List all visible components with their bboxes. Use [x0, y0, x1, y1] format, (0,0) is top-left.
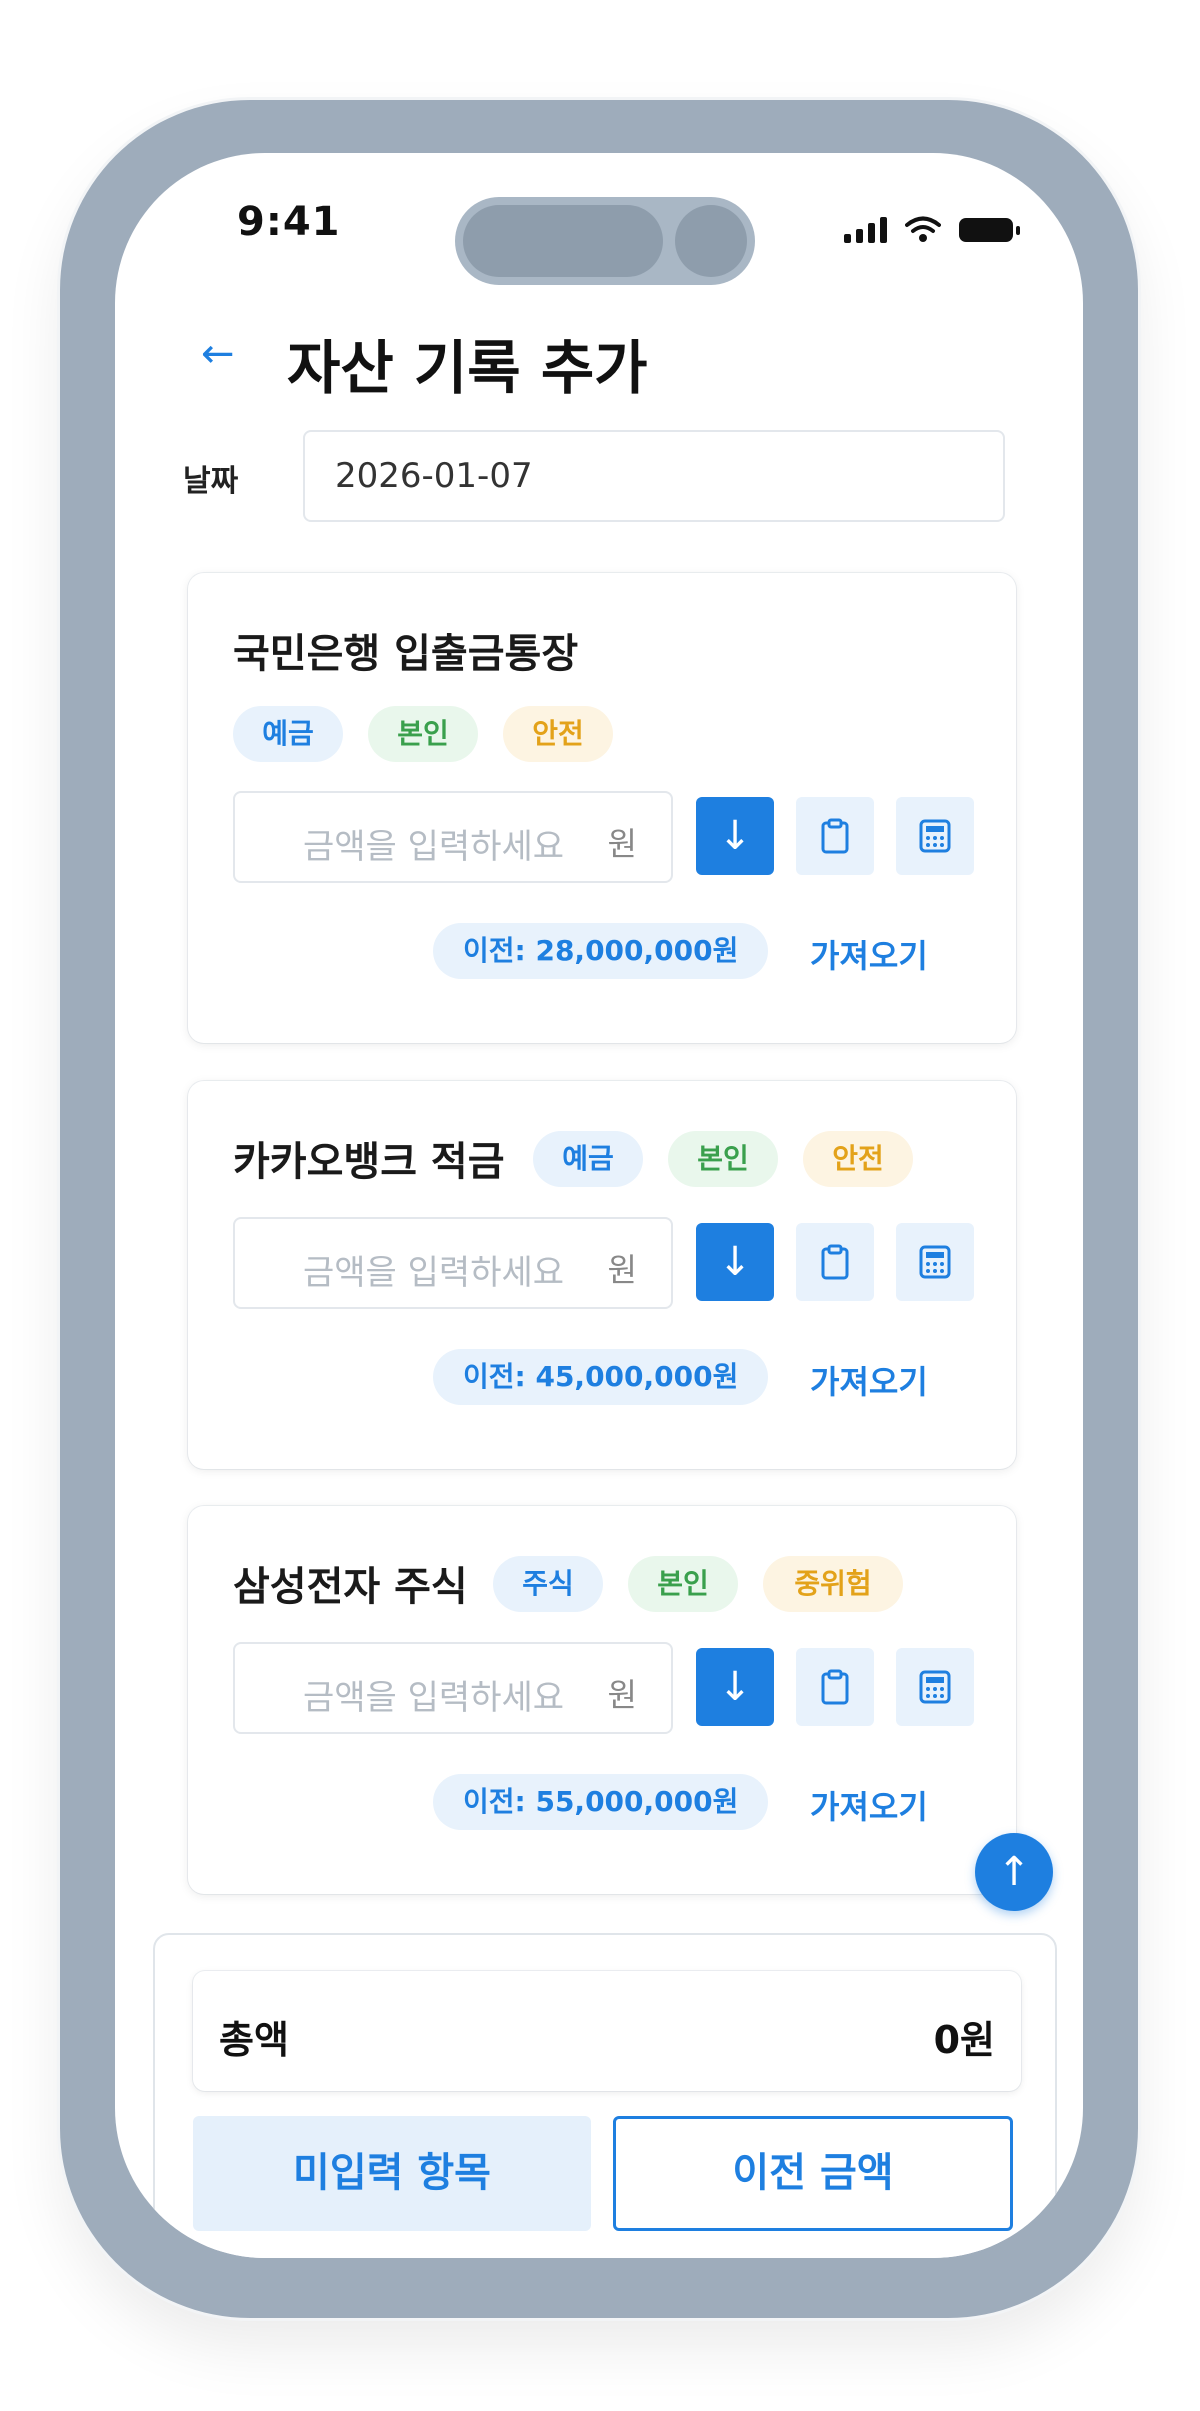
clipboard-icon[interactable] [796, 1223, 874, 1301]
asset-card-samsung: 삼성전자 주식 주식 본인 중위험 금액을 입력하세요 원 ↓ 이전: 55,0… [188, 1506, 1016, 1894]
asset-card-kakao: 카카오뱅크 적금 예금 본인 안전 금액을 입력하세요 원 ↓ 이전: 45,0… [188, 1081, 1016, 1469]
wifi-icon [905, 216, 941, 242]
won-unit: 원 [607, 1676, 637, 1714]
header: ← 자산 기록 추가 [115, 301, 1083, 402]
status-icons [844, 213, 1020, 247]
total-box: 총액 0원 [193, 1971, 1021, 2091]
calculator-icon[interactable] [896, 1223, 974, 1301]
fetch-button[interactable]: 가져오기 [810, 1782, 928, 1828]
phone-screen: 9:41 ← 자산 기록 추가 날짜 2026-01-07 국민은행 입출금통장… [115, 153, 1083, 2258]
arrow-down-icon[interactable]: ↓ [696, 1648, 774, 1726]
asset-card-kb: 국민은행 입출금통장 예금 본인 안전 금액을 입력하세요 원 ↓ 이전: 28… [188, 573, 1016, 1043]
tag-owner: 본인 [628, 1556, 738, 1612]
clipboard-icon[interactable] [796, 797, 874, 875]
date-input[interactable]: 2026-01-07 [303, 430, 1005, 522]
date-label: 날짜 [183, 464, 239, 499]
asset-name: 국민은행 입출금통장 [233, 631, 579, 677]
tag-owner: 본인 [368, 706, 478, 762]
scroll-top-button[interactable]: ↑ [975, 1833, 1053, 1911]
tag-risk: 중위험 [763, 1556, 903, 1612]
back-arrow-icon[interactable]: ← [201, 331, 235, 377]
status-bar: 9:41 [115, 153, 1083, 303]
tag-risk: 안전 [503, 706, 613, 762]
tag-category: 예금 [233, 706, 343, 762]
arrow-down-icon[interactable]: ↓ [696, 1223, 774, 1301]
won-unit: 원 [607, 1251, 637, 1289]
calculator-icon[interactable] [896, 1648, 974, 1726]
amount-placeholder: 금액을 입력하세요 [303, 1678, 565, 1718]
previous-amount-badge: 이전: 45,000,000원 [433, 1349, 769, 1405]
previous-amount-button[interactable]: 이전 금액 [613, 2116, 1013, 2231]
missing-items-button[interactable]: 미입력 항목 [193, 2116, 591, 2231]
won-unit: 원 [607, 825, 637, 863]
tag-category: 예금 [533, 1131, 643, 1187]
clipboard-icon[interactable] [796, 1648, 874, 1726]
amount-placeholder: 금액을 입력하세요 [303, 1253, 565, 1293]
tag-category: 주식 [493, 1556, 603, 1612]
asset-name: 삼성전자 주식 [233, 1564, 468, 1610]
battery-icon [959, 218, 1020, 242]
total-label: 총액 [219, 2018, 289, 2062]
amount-input[interactable]: 금액을 입력하세요 원 [233, 1642, 673, 1734]
signal-icon [844, 217, 887, 243]
previous-amount-badge: 이전: 28,000,000원 [433, 923, 769, 979]
tag-owner: 본인 [668, 1131, 778, 1187]
amount-input[interactable]: 금액을 입력하세요 원 [233, 1217, 673, 1309]
page-title: 자산 기록 추가 [287, 334, 648, 402]
fetch-button[interactable]: 가져오기 [810, 1357, 928, 1403]
tag-risk: 안전 [803, 1131, 913, 1187]
dynamic-island [455, 197, 755, 285]
previous-amount-badge: 이전: 55,000,000원 [433, 1774, 769, 1830]
calculator-icon[interactable] [896, 797, 974, 875]
status-time: 9:41 [237, 199, 341, 245]
amount-input[interactable]: 금액을 입력하세요 원 [233, 791, 673, 883]
amount-placeholder: 금액을 입력하세요 [303, 827, 565, 867]
total-value: 0원 [933, 2018, 995, 2062]
fetch-button[interactable]: 가져오기 [810, 931, 928, 977]
asset-name: 카카오뱅크 적금 [233, 1139, 505, 1185]
arrow-down-icon[interactable]: ↓ [696, 797, 774, 875]
